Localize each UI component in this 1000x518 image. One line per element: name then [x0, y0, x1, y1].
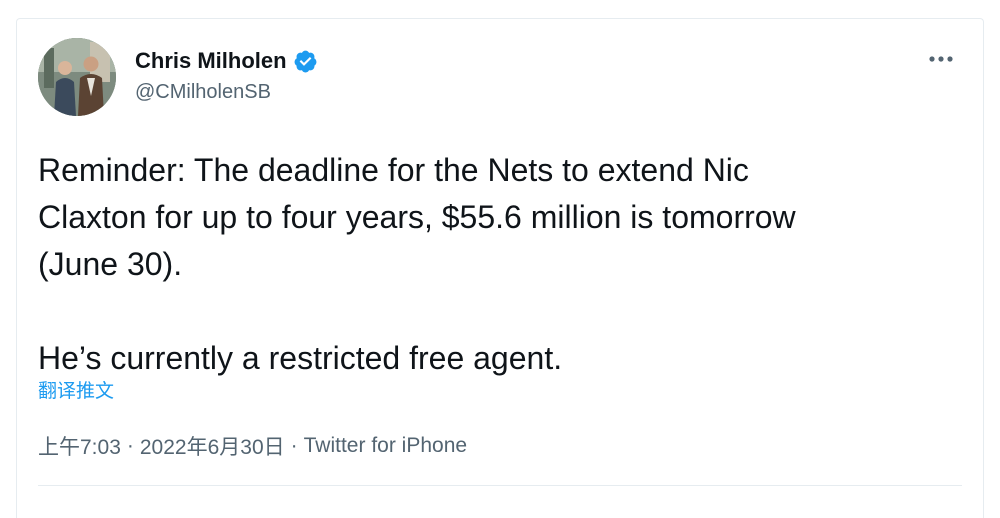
- author-handle[interactable]: @CMilholenSB: [135, 81, 271, 104]
- author-display-name[interactable]: Chris Milholen: [135, 48, 287, 74]
- avatar[interactable]: [38, 38, 116, 116]
- tweet-text: Reminder: The deadline for the Nets to e…: [38, 152, 796, 376]
- author-name-row: Chris Milholen: [135, 46, 318, 76]
- avatar-photo: [38, 38, 116, 116]
- tweet-meta: 上午7:03 · 2022年6月30日 · Twitter for iPhone: [38, 431, 467, 461]
- tweet-time[interactable]: 上午7:03: [38, 431, 121, 461]
- verified-badge-icon: [293, 49, 318, 74]
- translate-tweet-link[interactable]: 翻译推文: [38, 376, 114, 403]
- more-options-button[interactable]: [926, 47, 956, 71]
- tweet-source[interactable]: Twitter for iPhone: [304, 434, 467, 458]
- divider: [38, 485, 962, 486]
- tweet-card: Chris Milholen @CMilholenSB Reminder: Th…: [16, 18, 984, 518]
- meta-separator: ·: [290, 434, 298, 457]
- tweet-date[interactable]: 2022年6月30日: [140, 431, 285, 461]
- more-horizontal-icon: [929, 56, 953, 62]
- meta-separator: ·: [126, 434, 134, 457]
